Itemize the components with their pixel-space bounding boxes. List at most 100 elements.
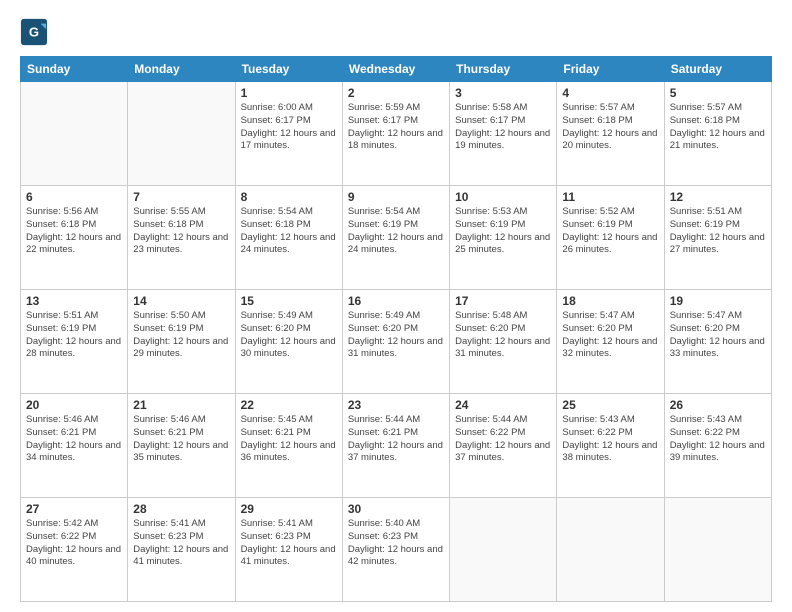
day-number: 17: [455, 294, 551, 308]
day-info: Sunrise: 5:49 AM Sunset: 6:20 PM Dayligh…: [348, 310, 444, 361]
day-number: 10: [455, 190, 551, 204]
day-number: 4: [562, 86, 658, 100]
weekday-header-wednesday: Wednesday: [342, 57, 449, 82]
calendar-cell: [128, 82, 235, 186]
day-number: 2: [348, 86, 444, 100]
day-info: Sunrise: 5:46 AM Sunset: 6:21 PM Dayligh…: [133, 414, 229, 465]
day-number: 7: [133, 190, 229, 204]
calendar-cell: 29 Sunrise: 5:41 AM Sunset: 6:23 PM Dayli…: [235, 498, 342, 602]
day-info: Sunrise: 5:54 AM Sunset: 6:19 PM Dayligh…: [348, 206, 444, 257]
day-info: Sunrise: 5:43 AM Sunset: 6:22 PM Dayligh…: [670, 414, 766, 465]
week-row-1: 1 Sunrise: 6:00 AM Sunset: 6:17 PM Daylig…: [21, 82, 772, 186]
day-info: Sunrise: 6:00 AM Sunset: 6:17 PM Dayligh…: [241, 102, 337, 153]
calendar-cell: 26 Sunrise: 5:43 AM Sunset: 6:22 PM Dayli…: [664, 394, 771, 498]
day-info: Sunrise: 5:57 AM Sunset: 6:18 PM Dayligh…: [562, 102, 658, 153]
calendar-cell: [664, 498, 771, 602]
day-info: Sunrise: 5:52 AM Sunset: 6:19 PM Dayligh…: [562, 206, 658, 257]
calendar-cell: 17Sunrise: 5:48 AM Sunset: 6:20 PM Dayli…: [450, 290, 557, 394]
day-number: 21: [133, 398, 229, 412]
day-number: 23: [348, 398, 444, 412]
day-info: Sunrise: 5:53 AM Sunset: 6:19 PM Dayligh…: [455, 206, 551, 257]
header: G: [20, 18, 772, 46]
calendar-cell: 10 Sunrise: 5:53 AM Sunset: 6:19 PM Dayli…: [450, 186, 557, 290]
day-number: 26: [670, 398, 766, 412]
day-info: Sunrise: 5:56 AM Sunset: 6:18 PM Dayligh…: [26, 206, 122, 257]
calendar-cell: 5 Sunrise: 5:57 AM Sunset: 6:18 PM Daylig…: [664, 82, 771, 186]
week-row-4: 20 Sunrise: 5:46 AM Sunset: 6:21 PM Dayli…: [21, 394, 772, 498]
calendar-cell: 19 Sunrise: 5:47 AM Sunset: 6:20 PM Dayli…: [664, 290, 771, 394]
calendar-cell: 3 Sunrise: 5:58 AM Sunset: 6:17 PM Daylig…: [450, 82, 557, 186]
calendar-cell: 6 Sunrise: 5:56 AM Sunset: 6:18 PM Daylig…: [21, 186, 128, 290]
calendar-cell: 22Sunrise: 5:45 AM Sunset: 6:21 PM Dayli…: [235, 394, 342, 498]
day-number: 19: [670, 294, 766, 308]
day-number: 8: [241, 190, 337, 204]
calendar-cell: 9 Sunrise: 5:54 AM Sunset: 6:19 PM Daylig…: [342, 186, 449, 290]
day-info: Sunrise: 5:46 AM Sunset: 6:21 PM Dayligh…: [26, 414, 122, 465]
day-number: 20: [26, 398, 122, 412]
day-info: Sunrise: 5:54 AM Sunset: 6:18 PM Dayligh…: [241, 206, 337, 257]
weekday-header-sunday: Sunday: [21, 57, 128, 82]
day-info: Sunrise: 5:58 AM Sunset: 6:17 PM Dayligh…: [455, 102, 551, 153]
day-info: Sunrise: 5:50 AM Sunset: 6:19 PM Dayligh…: [133, 310, 229, 361]
calendar-cell: 16 Sunrise: 5:49 AM Sunset: 6:20 PM Dayli…: [342, 290, 449, 394]
day-number: 13: [26, 294, 122, 308]
calendar-cell: 2Sunrise: 5:59 AM Sunset: 6:17 PM Daylig…: [342, 82, 449, 186]
calendar-cell: 4 Sunrise: 5:57 AM Sunset: 6:18 PM Daylig…: [557, 82, 664, 186]
calendar-cell: 24Sunrise: 5:44 AM Sunset: 6:22 PM Dayli…: [450, 394, 557, 498]
day-number: 16: [348, 294, 444, 308]
week-row-2: 6 Sunrise: 5:56 AM Sunset: 6:18 PM Daylig…: [21, 186, 772, 290]
calendar-cell: [21, 82, 128, 186]
calendar-table: SundayMondayTuesdayWednesdayThursdayFrid…: [20, 56, 772, 602]
day-number: 29: [241, 502, 337, 516]
day-number: 15: [241, 294, 337, 308]
day-info: Sunrise: 5:47 AM Sunset: 6:20 PM Dayligh…: [670, 310, 766, 361]
day-number: 14: [133, 294, 229, 308]
calendar-cell: 1 Sunrise: 6:00 AM Sunset: 6:17 PM Daylig…: [235, 82, 342, 186]
weekday-header-saturday: Saturday: [664, 57, 771, 82]
day-info: Sunrise: 5:43 AM Sunset: 6:22 PM Dayligh…: [562, 414, 658, 465]
day-number: 18: [562, 294, 658, 308]
day-info: Sunrise: 5:47 AM Sunset: 6:20 PM Dayligh…: [562, 310, 658, 361]
weekday-header-friday: Friday: [557, 57, 664, 82]
weekday-header-thursday: Thursday: [450, 57, 557, 82]
calendar-cell: 20 Sunrise: 5:46 AM Sunset: 6:21 PM Dayli…: [21, 394, 128, 498]
day-info: Sunrise: 5:41 AM Sunset: 6:23 PM Dayligh…: [241, 518, 337, 569]
calendar-cell: 12 Sunrise: 5:51 AM Sunset: 6:19 PM Dayli…: [664, 186, 771, 290]
day-info: Sunrise: 5:55 AM Sunset: 6:18 PM Dayligh…: [133, 206, 229, 257]
day-number: 11: [562, 190, 658, 204]
calendar-cell: 8 Sunrise: 5:54 AM Sunset: 6:18 PM Daylig…: [235, 186, 342, 290]
calendar-cell: 25 Sunrise: 5:43 AM Sunset: 6:22 PM Dayli…: [557, 394, 664, 498]
day-number: 6: [26, 190, 122, 204]
week-row-5: 27Sunrise: 5:42 AM Sunset: 6:22 PM Dayli…: [21, 498, 772, 602]
calendar-cell: [557, 498, 664, 602]
day-info: Sunrise: 5:44 AM Sunset: 6:21 PM Dayligh…: [348, 414, 444, 465]
calendar-cell: 23 Sunrise: 5:44 AM Sunset: 6:21 PM Dayli…: [342, 394, 449, 498]
calendar-cell: 21 Sunrise: 5:46 AM Sunset: 6:21 PM Dayli…: [128, 394, 235, 498]
day-number: 27: [26, 502, 122, 516]
calendar-cell: 14 Sunrise: 5:50 AM Sunset: 6:19 PM Dayli…: [128, 290, 235, 394]
calendar-cell: 13 Sunrise: 5:51 AM Sunset: 6:19 PM Dayli…: [21, 290, 128, 394]
week-row-3: 13 Sunrise: 5:51 AM Sunset: 6:19 PM Dayli…: [21, 290, 772, 394]
day-number: 9: [348, 190, 444, 204]
day-number: 12: [670, 190, 766, 204]
logo: G: [20, 18, 50, 46]
day-info: Sunrise: 5:41 AM Sunset: 6:23 PM Dayligh…: [133, 518, 229, 569]
weekday-header-monday: Monday: [128, 57, 235, 82]
day-info: Sunrise: 5:51 AM Sunset: 6:19 PM Dayligh…: [670, 206, 766, 257]
logo-icon: G: [20, 18, 48, 46]
day-info: Sunrise: 5:57 AM Sunset: 6:18 PM Dayligh…: [670, 102, 766, 153]
day-number: 28: [133, 502, 229, 516]
day-info: Sunrise: 5:49 AM Sunset: 6:20 PM Dayligh…: [241, 310, 337, 361]
day-number: 25: [562, 398, 658, 412]
day-info: Sunrise: 5:44 AM Sunset: 6:22 PM Dayligh…: [455, 414, 551, 465]
calendar-cell: 27Sunrise: 5:42 AM Sunset: 6:22 PM Dayli…: [21, 498, 128, 602]
page: G SundayMondayTuesdayWednesdayThursdayFr…: [0, 0, 792, 612]
day-number: 1: [241, 86, 337, 100]
day-info: Sunrise: 5:51 AM Sunset: 6:19 PM Dayligh…: [26, 310, 122, 361]
svg-text:G: G: [29, 25, 39, 40]
weekday-header-tuesday: Tuesday: [235, 57, 342, 82]
day-number: 3: [455, 86, 551, 100]
day-info: Sunrise: 5:45 AM Sunset: 6:21 PM Dayligh…: [241, 414, 337, 465]
calendar-cell: 15 Sunrise: 5:49 AM Sunset: 6:20 PM Dayli…: [235, 290, 342, 394]
day-number: 5: [670, 86, 766, 100]
